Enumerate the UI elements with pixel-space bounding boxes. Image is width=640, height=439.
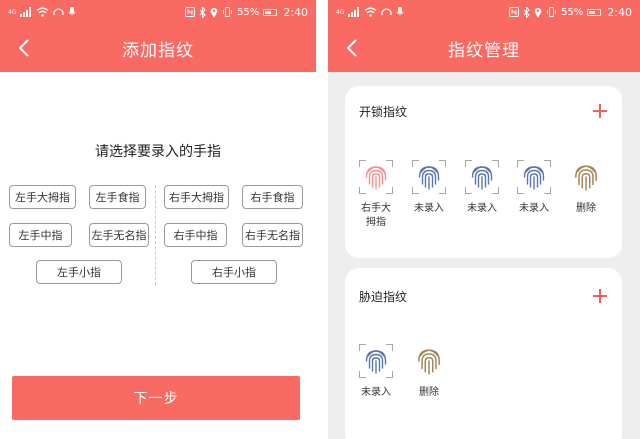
right-index-button[interactable]: 右手食指 [242,185,303,209]
page-title: 添加指纹 [122,40,194,61]
location-icon [534,7,542,18]
slot-label: 删除 [419,387,439,398]
status-bar: 4G 55% 2:40 [328,0,640,24]
slot-label: 未录入 [361,387,391,398]
network-label: 4G [8,8,17,16]
unlock-delete-slot[interactable]: 删除 [566,160,606,216]
fingerprint-delete-icon [575,165,597,191]
nfc-icon [509,7,520,17]
slot-label: 右手大 拇指 [361,203,391,228]
wifi-icon [365,7,377,17]
duress-card-title: 胁迫指纹 [359,290,408,304]
vibrate-icon [547,7,557,17]
add-duress-plus-icon[interactable] [592,288,608,304]
left-index-button[interactable]: 左手食指 [89,185,146,209]
app-bar: 指纹管理 [328,24,640,72]
fingerprint-pending-icon [365,350,387,374]
fingerprint-pending-icon [471,166,493,190]
status-bar: 4G 55% 2:40 [0,0,316,24]
unlock-slot-2[interactable]: 未录入 [409,160,449,216]
headset-icon [381,8,393,15]
fingerprint-delete-icon [418,349,440,375]
right-thumb-button[interactable]: 右手大拇指 [164,185,229,209]
unlock-fingerprint-card: 开锁指纹 右手大 拇指 未录入 未录入 未录入 删除 [345,86,622,258]
battery-icon [587,8,602,16]
headset-icon [53,8,65,15]
left-thumb-button[interactable]: 左手大拇指 [9,185,76,209]
unlock-slot-3[interactable]: 未录入 [462,160,502,216]
back-arrow-icon[interactable] [12,34,36,62]
fingerprint-frame [412,344,446,378]
fingerprint-pending-icon [418,166,440,190]
duress-fingerprint-card: 胁迫指纹 未录入 删除 [345,268,622,439]
fingerprint-frame [359,344,393,378]
unlock-card-title: 开锁指纹 [359,105,408,119]
right-ring-button[interactable]: 右手无名指 [242,223,303,247]
app-bar: 添加指纹 [0,24,316,72]
location-icon [210,7,218,18]
fingerprint-frame [569,160,603,194]
next-step-button[interactable]: 下一步 [12,376,300,420]
slot-label: 删除 [576,203,596,214]
page-title: 指纹管理 [448,40,520,61]
mic-icon [69,7,76,15]
mic-icon [397,7,404,15]
clock: 2:40 [607,5,632,19]
bluetooth-icon [523,6,530,18]
unlock-slot-4[interactable]: 未录入 [514,160,554,216]
battery-percent: 55% [561,6,584,18]
signal-icon [348,7,360,17]
fingerprint-frame [465,160,499,194]
hand-divider [155,185,156,285]
bluetooth-icon [199,6,206,18]
left-little-button[interactable]: 左手小指 [36,260,122,284]
left-middle-button[interactable]: 左手中指 [9,223,72,247]
fingerprint-added-icon [365,166,387,190]
left-ring-button[interactable]: 左手无名指 [89,223,149,247]
duress-delete-slot[interactable]: 删除 [409,344,449,400]
wifi-icon [37,7,49,17]
add-unlock-plus-icon[interactable] [592,103,608,119]
slot-label: 未录入 [414,203,444,214]
back-arrow-icon[interactable] [340,34,364,62]
fingerprint-management-screen: 4G 55% 2:40 指纹管理 开锁指纹 右手大 拇指 未录入 未录入 未录入… [328,0,640,439]
fingerprint-frame [359,160,393,194]
right-middle-button[interactable]: 右手中指 [164,223,227,247]
right-little-button[interactable]: 右手小指 [191,260,277,284]
clock: 2:40 [283,5,308,19]
network-label: 4G [336,8,345,16]
battery-percent: 55% [237,6,260,18]
signal-icon [20,7,32,17]
add-fingerprint-screen: 4G 55% 2:40 添加指纹 请选择要录入的手指 左手大拇指 左手食指 左手… [0,0,316,439]
battery-icon [263,8,278,16]
vibrate-icon [223,7,233,17]
duress-slot-1[interactable]: 未录入 [356,344,396,400]
unlock-slot-1[interactable]: 右手大 拇指 [356,160,396,230]
fingerprint-frame [412,160,446,194]
choose-finger-prompt: 请选择要录入的手指 [95,144,221,160]
slot-label: 未录入 [519,203,549,214]
fingerprint-pending-icon [523,166,545,190]
nfc-icon [185,7,196,17]
fingerprint-frame [517,160,551,194]
slot-label: 未录入 [467,203,497,214]
